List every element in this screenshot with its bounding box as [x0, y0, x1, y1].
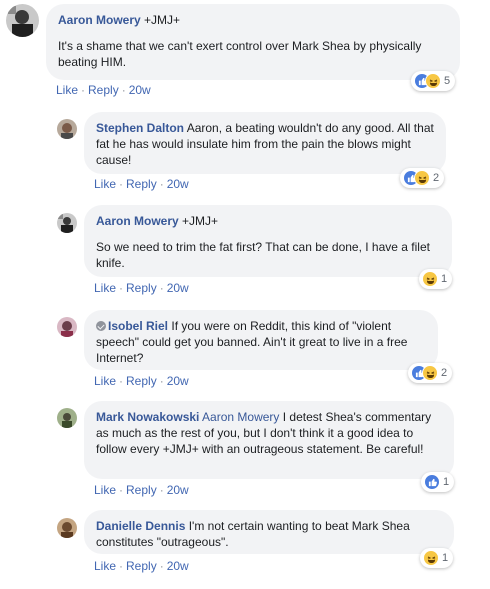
- like-button[interactable]: Like: [94, 483, 116, 497]
- comment-actions: Like · Reply · 20w: [94, 177, 189, 191]
- comment-bubble: Aaron Mowery +JMJ+ So we need to trim th…: [84, 205, 452, 277]
- reply-button[interactable]: Reply: [126, 374, 157, 388]
- reactions-badge[interactable]: 1: [420, 548, 454, 568]
- comment-bubble: Isobel Riel If you were on Reddit, this …: [84, 310, 438, 370]
- like-button[interactable]: Like: [94, 177, 116, 191]
- like-button[interactable]: Like: [94, 559, 116, 573]
- avatar[interactable]: [57, 119, 77, 139]
- comment-actions: Like · Reply · 20w: [94, 281, 189, 295]
- comment-author[interactable]: Mark Nowakowski: [96, 410, 199, 424]
- mention-link[interactable]: Aaron Mowery: [202, 410, 279, 424]
- like-button[interactable]: Like: [94, 374, 116, 388]
- comment-actions: Like · Reply · 20w: [94, 374, 189, 388]
- comment-actions: Like · Reply · 20w: [56, 83, 151, 97]
- comment-author[interactable]: Isobel Riel: [108, 319, 168, 333]
- reaction-count: 1: [441, 273, 448, 285]
- reactions-badge[interactable]: 1: [421, 472, 455, 492]
- comment-bubble: Danielle Dennis I'm not certain wanting …: [84, 510, 454, 554]
- reply-button[interactable]: Reply: [126, 177, 157, 191]
- timestamp[interactable]: 20w: [167, 483, 189, 497]
- avatar[interactable]: [57, 518, 77, 538]
- timestamp[interactable]: 20w: [167, 374, 189, 388]
- haha-reaction-icon: [423, 550, 439, 566]
- comment-author[interactable]: Aaron Mowery: [96, 214, 179, 228]
- reply-button[interactable]: Reply: [126, 281, 157, 295]
- comment-author[interactable]: Aaron Mowery: [58, 13, 141, 27]
- comment-text: It's a shame that we can't exert control…: [58, 39, 422, 69]
- reaction-count: 2: [441, 367, 448, 379]
- author-suffix: +JMJ+: [178, 214, 219, 228]
- reaction-count: 2: [433, 172, 440, 184]
- reply-button[interactable]: Reply: [88, 83, 119, 97]
- timestamp[interactable]: 20w: [167, 281, 189, 295]
- avatar[interactable]: [6, 4, 39, 37]
- author-suffix: +JMJ+: [140, 13, 181, 27]
- reaction-count: 1: [443, 476, 450, 488]
- haha-reaction-icon: [422, 271, 438, 287]
- timestamp[interactable]: 20w: [129, 83, 151, 97]
- reply-button[interactable]: Reply: [126, 483, 157, 497]
- reaction-count: 5: [444, 75, 451, 87]
- like-reaction-icon: [424, 474, 440, 490]
- comment-bubble: Mark Nowakowski Aaron Mowery I detest Sh…: [84, 401, 454, 479]
- avatar[interactable]: [57, 213, 77, 233]
- haha-reaction-icon: [414, 170, 430, 186]
- comment-actions: Like · Reply · 20w: [94, 483, 189, 497]
- timestamp[interactable]: 20w: [167, 177, 189, 191]
- comment-aaron-1: Aaron Mowery +JMJ+ It's a shame that we …: [0, 0, 490, 100]
- comment-aaron-2: Aaron Mowery +JMJ+ So we need to trim th…: [0, 200, 490, 300]
- avatar[interactable]: [57, 408, 77, 428]
- reactions-badge[interactable]: 5: [411, 71, 456, 91]
- comment-bubble: Aaron Mowery +JMJ+ It's a shame that we …: [46, 4, 460, 80]
- reply-button[interactable]: Reply: [126, 559, 157, 573]
- like-button[interactable]: Like: [94, 281, 116, 295]
- timestamp[interactable]: 20w: [167, 559, 189, 573]
- comment-text: So we need to trim the fat first? That c…: [96, 240, 430, 270]
- comment-isobel: Isobel Riel If you were on Reddit, this …: [0, 306, 490, 396]
- reactions-badge[interactable]: 2: [400, 168, 445, 188]
- avatar[interactable]: [57, 317, 77, 337]
- comment-stephen: Stephen Dalton Aaron, a beating wouldn't…: [0, 108, 490, 198]
- haha-reaction-icon: [425, 73, 441, 89]
- comment-danielle: Danielle Dennis I'm not certain wanting …: [0, 508, 490, 589]
- reactions-badge[interactable]: 2: [408, 363, 453, 383]
- haha-reaction-icon: [422, 365, 438, 381]
- verified-icon: [96, 321, 106, 331]
- like-button[interactable]: Like: [56, 83, 78, 97]
- comment-bubble: Stephen Dalton Aaron, a beating wouldn't…: [84, 112, 446, 174]
- comment-author[interactable]: Danielle Dennis: [96, 519, 185, 533]
- reactions-badge[interactable]: 1: [419, 269, 453, 289]
- comment-author[interactable]: Stephen Dalton: [96, 121, 184, 135]
- comment-mark: Mark Nowakowski Aaron Mowery I detest Sh…: [0, 400, 490, 500]
- comment-actions: Like · Reply · 20w: [94, 559, 189, 573]
- reaction-count: 1: [442, 552, 449, 564]
